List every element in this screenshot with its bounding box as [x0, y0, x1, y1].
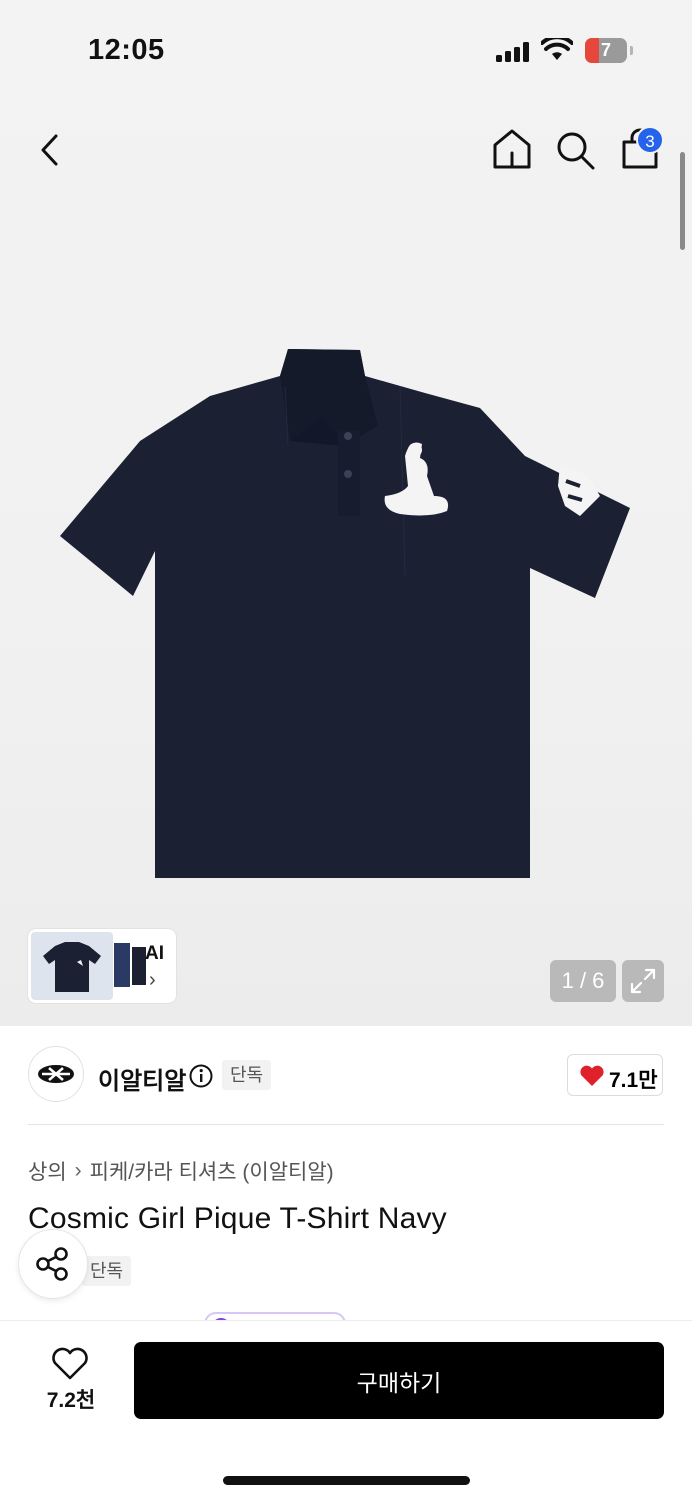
- scrollbar[interactable]: [680, 152, 685, 250]
- status-time: 12:05: [88, 34, 165, 66]
- heart-outline-icon: [52, 1347, 88, 1380]
- wifi-icon: [541, 38, 573, 60]
- breadcrumb-subcategory[interactable]: 피케/카라 티셔츠 (이알티알): [90, 1161, 334, 1184]
- divider: [28, 1124, 664, 1125]
- exclusive-tag: 단독: [82, 1256, 132, 1286]
- expand-image-button[interactable]: [622, 960, 664, 1002]
- ai-thumbnail-strip[interactable]: AI ›: [28, 929, 176, 1003]
- thumbnail-shirt-icon: [43, 942, 101, 992]
- product-image[interactable]: [60, 346, 635, 881]
- heart-filled-icon: [580, 1065, 604, 1086]
- home-icon: [493, 129, 531, 169]
- ai-label: AI: [145, 943, 164, 964]
- thumbnail-1[interactable]: [31, 932, 113, 1000]
- search-button[interactable]: [553, 128, 597, 172]
- chevron-left-icon: [41, 134, 58, 166]
- brand-like-count: 7.1만: [609, 1069, 658, 1092]
- wishlist-count: 7.2천: [46, 1389, 96, 1412]
- exclusive-tag: 단독: [222, 1060, 272, 1090]
- share-icon: [36, 1247, 68, 1281]
- status-bar: 12:05 7: [0, 0, 692, 100]
- brand-like-button[interactable]: 7.1만: [567, 1054, 663, 1096]
- brand-name[interactable]: 이알티알: [98, 1061, 186, 1096]
- product-title: Cosmic Girl Pique T-Shirt Navy: [28, 1202, 447, 1235]
- cellular-signal-icon: [496, 42, 529, 62]
- brand-logo[interactable]: [28, 1046, 84, 1102]
- image-page-counter: 1 / 6: [550, 960, 616, 1002]
- chevron-right-icon: ›: [74, 1159, 82, 1182]
- search-icon: [557, 132, 595, 170]
- thumbnail-2[interactable]: [114, 937, 148, 997]
- info-icon[interactable]: [188, 1063, 214, 1089]
- back-button[interactable]: [34, 128, 68, 172]
- breadcrumb-category[interactable]: 상의: [28, 1161, 67, 1184]
- battery-level-text: 7: [600, 40, 611, 60]
- battery-tip: [630, 46, 633, 55]
- chevron-right-icon: ›: [149, 969, 156, 991]
- home-indicator: [223, 1476, 470, 1485]
- brand-logo-icon: [38, 1065, 74, 1083]
- share-button[interactable]: [18, 1229, 88, 1299]
- cart-count-badge: 3: [636, 126, 664, 154]
- product-gallery[interactable]: 12:05 7 3 AI › 1 / 6: [0, 0, 692, 1026]
- expand-icon: [630, 968, 656, 994]
- breadcrumb: 상의 › 피케/카라 티셔츠 (이알티알): [28, 1156, 334, 1186]
- home-button[interactable]: [490, 126, 534, 172]
- buy-button[interactable]: 구매하기: [134, 1342, 664, 1419]
